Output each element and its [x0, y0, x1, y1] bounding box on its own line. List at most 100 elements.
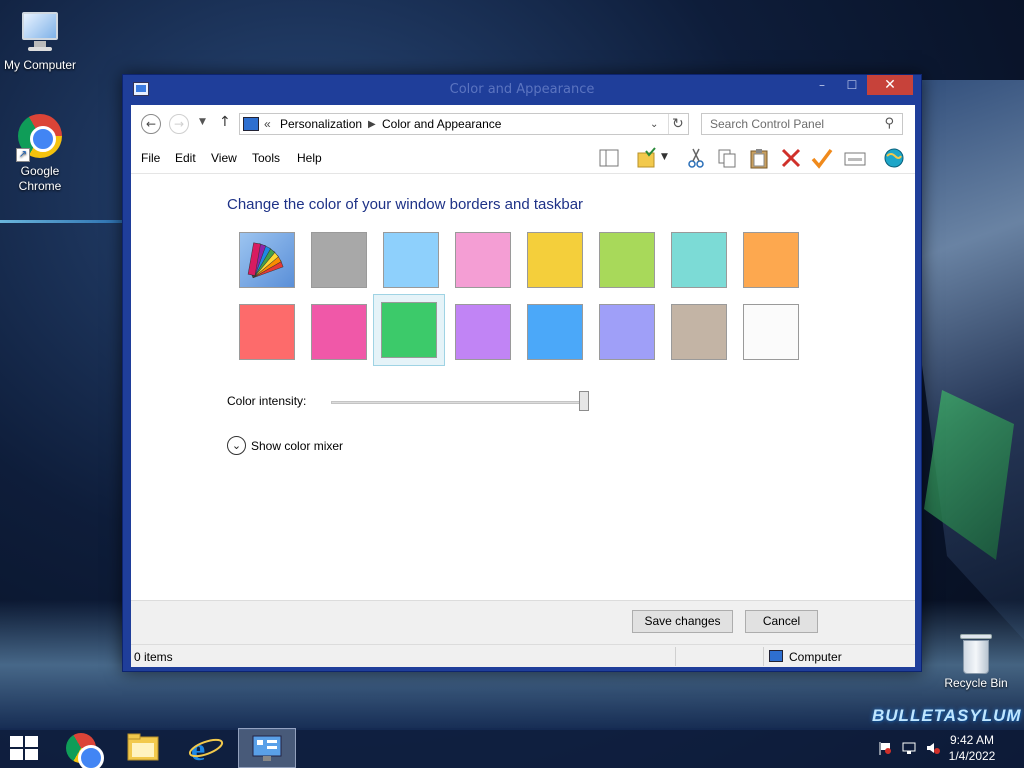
windows-logo-icon	[10, 736, 38, 760]
color-swatch-periwinkle[interactable]	[589, 294, 661, 366]
window-client: ← → ▼ ↑ « Personalization ▶ Color and Ap…	[131, 105, 915, 667]
folder-dropdown-icon[interactable]: ▼	[661, 152, 673, 174]
breadcrumb-overflow[interactable]: «	[264, 117, 271, 131]
clock[interactable]: 9:42 AM 1/4/2022	[942, 732, 1002, 764]
color-swatch-lime[interactable]	[589, 222, 661, 294]
copy-icon[interactable]	[716, 147, 738, 169]
swatch-color-fill	[383, 232, 439, 288]
menu-bar: File Edit View Tools Help ▼	[131, 143, 915, 173]
color-swatch-white[interactable]	[733, 294, 805, 366]
folder-check-icon[interactable]	[636, 147, 658, 169]
swatch-color-fill	[455, 304, 511, 360]
menu-edit[interactable]: Edit	[175, 151, 196, 165]
control-panel-window: Color and Appearance – ☐ ✕ ← → ▼ ↑ « Per…	[122, 74, 922, 672]
control-panel-icon	[243, 117, 259, 131]
delete-icon[interactable]	[780, 147, 802, 169]
color-swatch-coral[interactable]	[229, 294, 301, 366]
refresh-icon[interactable]: ↻	[672, 115, 684, 132]
network-icon[interactable]	[902, 741, 916, 755]
swatch-color-fill	[743, 304, 799, 360]
up-arrow-icon[interactable]: ↑	[219, 114, 231, 130]
paste-icon[interactable]	[748, 147, 770, 169]
taskbar-chrome[interactable]	[52, 728, 110, 768]
swatch-color-fill	[239, 232, 295, 288]
search-input[interactable]	[702, 114, 872, 134]
button-footer: Save changes Cancel	[131, 600, 915, 644]
color-swatch-gray[interactable]	[301, 222, 373, 294]
start-button[interactable]	[0, 728, 58, 768]
properties-icon[interactable]	[844, 147, 866, 169]
color-swatch-green[interactable]	[373, 294, 445, 366]
color-swatch-teal[interactable]	[661, 222, 733, 294]
color-swatch-yellow[interactable]	[517, 222, 589, 294]
breadcrumb-color-appearance[interactable]: Color and Appearance	[382, 117, 501, 131]
close-button[interactable]: ✕	[867, 75, 913, 95]
color-swatch-pink-light[interactable]	[445, 222, 517, 294]
color-intensity-slider-track[interactable]	[331, 401, 589, 404]
address-dropdown-icon[interactable]: ⌄	[650, 119, 658, 130]
swatch-color-fill	[743, 232, 799, 288]
color-fan-icon	[247, 242, 284, 279]
breadcrumb-separator-icon[interactable]: ▶	[368, 119, 376, 130]
color-swatch-orange[interactable]	[733, 222, 805, 294]
maximize-button[interactable]: ☐	[837, 75, 867, 95]
swatch-color-fill	[381, 302, 437, 358]
taskbar-file-explorer[interactable]	[114, 728, 172, 768]
recent-pages-icon[interactable]: ▼	[199, 117, 206, 127]
page-heading: Change the color of your window borders …	[227, 196, 584, 213]
wallpaper-shard	[914, 80, 1024, 640]
desktop-icon-google-chrome[interactable]: ↗ Google Chrome	[0, 112, 80, 194]
flag-icon[interactable]	[878, 741, 892, 755]
volume-muted-icon[interactable]	[926, 741, 940, 755]
save-changes-button[interactable]: Save changes	[632, 610, 733, 633]
swatch-color-fill	[311, 232, 367, 288]
minimize-button[interactable]: –	[807, 75, 837, 95]
control-panel-icon	[252, 735, 282, 761]
swatch-color-fill	[599, 304, 655, 360]
check-icon[interactable]	[811, 147, 833, 169]
folder-icon	[127, 733, 159, 761]
menu-tools[interactable]: Tools	[252, 151, 280, 165]
content-area: Change the color of your window borders …	[131, 173, 915, 600]
color-intensity-slider-thumb[interactable]	[579, 391, 589, 411]
menu-file[interactable]: File	[141, 151, 160, 165]
back-button[interactable]: ←	[141, 114, 161, 134]
window-title: Color and Appearance	[449, 82, 595, 97]
color-swatch-taupe[interactable]	[661, 294, 733, 366]
pane-icon[interactable]	[598, 147, 620, 169]
desktop-icon-label: Google Chrome	[18, 164, 62, 193]
desktop-icon-recycle-bin[interactable]: Recycle Bin	[936, 632, 1016, 690]
recycle-bin-icon	[958, 632, 994, 676]
search-icon[interactable]: ⚲	[884, 116, 894, 131]
clock-date: 1/4/2022	[948, 749, 996, 763]
desktop-icon-label: Recycle Bin	[944, 676, 1008, 690]
computer-icon	[769, 650, 783, 662]
internet-explorer-icon: e	[188, 731, 224, 767]
menu-view[interactable]: View	[211, 151, 237, 165]
shortcut-arrow-icon: ↗	[16, 148, 30, 162]
cut-icon[interactable]	[685, 147, 707, 169]
color-swatch-automatic[interactable]	[229, 222, 301, 294]
taskbar-control-panel[interactable]	[238, 728, 296, 768]
address-bar[interactable]: « Personalization ▶ Color and Appearance…	[239, 113, 689, 135]
forward-button[interactable]: →	[169, 114, 189, 134]
color-swatch-violet[interactable]	[445, 294, 517, 366]
system-tray: 9:42 AM 1/4/2022	[864, 728, 1024, 768]
title-bar[interactable]: Color and Appearance – ☐ ✕	[123, 75, 921, 105]
taskbar-internet-explorer[interactable]: e	[176, 728, 234, 768]
breadcrumb-personalization[interactable]: Personalization	[280, 117, 362, 131]
swatch-color-fill	[311, 304, 367, 360]
chrome-icon: ↗	[16, 114, 64, 162]
brand-logo: BULLETASYLUM	[872, 706, 1022, 725]
color-swatch-magenta[interactable]	[301, 294, 373, 366]
color-swatch-blue[interactable]	[517, 294, 589, 366]
search-box: ⚲	[701, 113, 903, 135]
menu-help[interactable]: Help	[297, 151, 322, 165]
globe-icon[interactable]	[882, 147, 904, 169]
color-swatch-sky[interactable]	[373, 222, 445, 294]
cancel-button[interactable]: Cancel	[745, 610, 818, 633]
status-bar: 0 items Computer	[131, 644, 915, 667]
desktop-icon-my-computer[interactable]: My Computer	[0, 8, 80, 72]
swatch-color-fill	[455, 232, 511, 288]
swatch-color-fill	[239, 304, 295, 360]
